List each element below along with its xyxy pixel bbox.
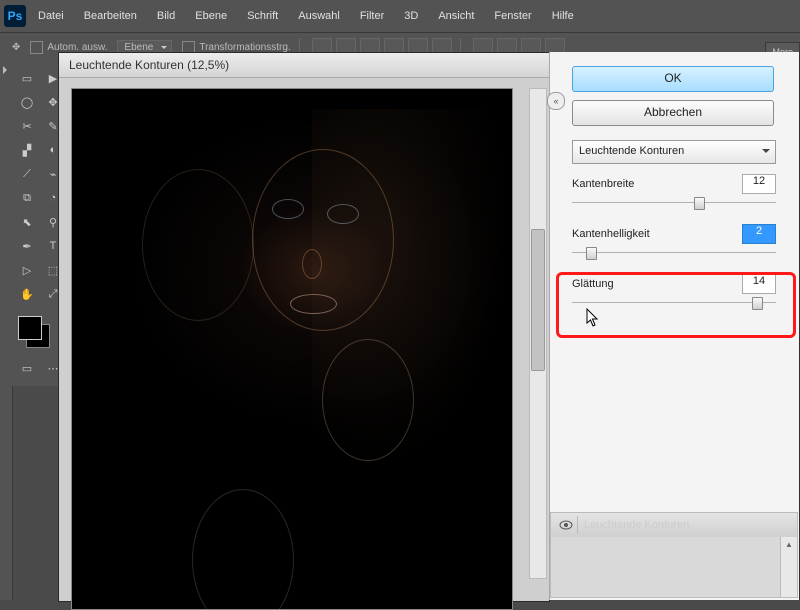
auto-select-label: Autom. ausw.: [47, 42, 107, 53]
pen-tool[interactable]: ✒: [15, 235, 39, 257]
menu-view[interactable]: Ansicht: [438, 10, 474, 22]
visibility-toggle-icon[interactable]: [555, 516, 578, 534]
scrollbar-thumb[interactable]: [531, 229, 545, 371]
app-logo: Ps: [4, 5, 26, 27]
edge-brightness-slider[interactable]: [572, 246, 776, 260]
hand-tool[interactable]: ✋: [15, 283, 39, 305]
expand-icon: [3, 66, 11, 74]
collapse-toggle[interactable]: «: [547, 92, 565, 110]
quickmask-tool[interactable]: ▭: [15, 357, 39, 379]
smoothing-slider[interactable]: [572, 296, 776, 310]
move-tool-icon: ✥: [12, 42, 20, 53]
vertical-scrollbar[interactable]: [529, 88, 547, 579]
filter-effect-dropdown[interactable]: Leuchtende Konturen: [572, 140, 776, 164]
menu-type[interactable]: Schrift: [247, 10, 278, 22]
filter-layers-scrollbar[interactable]: ▲: [780, 537, 797, 597]
document-window: Leuchtende Konturen (12,5%): [58, 52, 550, 602]
document-title-bar[interactable]: Leuchtende Konturen (12,5%): [59, 53, 549, 78]
preview-canvas[interactable]: [71, 88, 513, 610]
filter-layer-row[interactable]: Leuchtende Konturen: [551, 513, 797, 538]
param-edge-brightness: Kantenhelligkeit 2: [572, 224, 788, 260]
menu-layer[interactable]: Ebene: [195, 10, 227, 22]
filter-layers-panel: Leuchtende Konturen ▲: [550, 512, 798, 598]
menu-3d[interactable]: 3D: [404, 10, 418, 22]
smoothing-input[interactable]: 14: [742, 274, 776, 294]
menu-edit[interactable]: Bearbeiten: [84, 10, 137, 22]
menu-file[interactable]: Datei: [38, 10, 64, 22]
edge-width-slider[interactable]: [572, 196, 776, 210]
path-select-tool[interactable]: ▷: [15, 259, 39, 281]
transform-label: Transformationsstrg.: [199, 42, 290, 53]
scroll-up-icon[interactable]: ▲: [781, 537, 797, 551]
crop-tool[interactable]: ✂: [15, 115, 39, 137]
edge-width-input[interactable]: 12: [742, 174, 776, 194]
blur-tool[interactable]: ⬉: [15, 211, 39, 233]
heal-tool[interactable]: ▞: [15, 139, 39, 161]
document-body: [59, 78, 549, 601]
menubar: Ps Datei Bearbeiten Bild Ebene Schrift A…: [0, 0, 800, 32]
filter-layers-body: [551, 537, 781, 597]
eraser-tool[interactable]: ⧉: [15, 187, 39, 209]
edge-brightness-input[interactable]: 2: [742, 224, 776, 244]
edge-width-label: Kantenbreite: [572, 178, 634, 190]
filter-gallery-panel: « OK Abbrechen Leuchtende Konturen Kante…: [549, 52, 800, 600]
stamp-tool[interactable]: ⟋: [15, 163, 39, 185]
lasso-tool[interactable]: ◯: [15, 91, 39, 113]
foreground-color-swatch[interactable]: [18, 316, 42, 340]
menu-filter[interactable]: Filter: [360, 10, 384, 22]
edge-brightness-label: Kantenhelligkeit: [572, 228, 650, 240]
marquee-tool[interactable]: ▭: [15, 67, 39, 89]
slider-thumb[interactable]: [694, 197, 705, 210]
slider-thumb[interactable]: [752, 297, 763, 310]
menu-select[interactable]: Auswahl: [298, 10, 340, 22]
param-smoothing: Glättung 14: [572, 274, 788, 310]
smoothing-label: Glättung: [572, 278, 614, 290]
param-edge-width: Kantenbreite 12: [572, 174, 788, 210]
menu-image[interactable]: Bild: [157, 10, 175, 22]
slider-thumb[interactable]: [586, 247, 597, 260]
auto-select-checkbox[interactable]: [30, 41, 43, 54]
cancel-button[interactable]: Abbrechen: [572, 100, 774, 126]
ok-button[interactable]: OK: [572, 66, 774, 92]
filter-layer-label: Leuchtende Konturen: [584, 519, 689, 531]
menu-help[interactable]: Hilfe: [552, 10, 574, 22]
menu-window[interactable]: Fenster: [494, 10, 531, 22]
